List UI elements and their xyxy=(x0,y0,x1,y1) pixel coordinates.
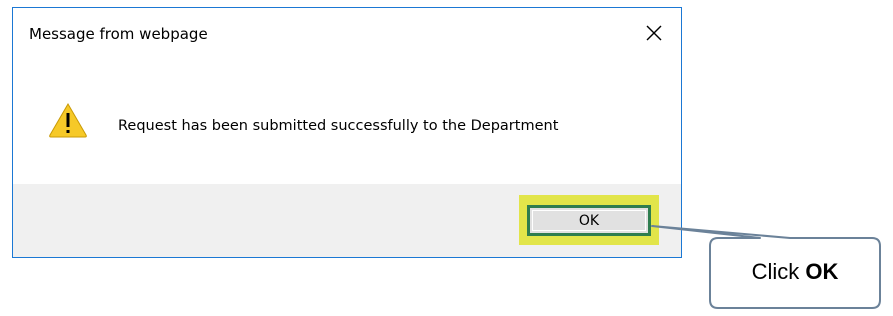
ok-button[interactable]: OK xyxy=(527,205,651,236)
stage: Message from webpage Request has been su… xyxy=(0,0,893,316)
ok-button-label: OK xyxy=(578,212,600,229)
callout-emphasis: OK xyxy=(805,259,839,284)
callout-prefix: Click xyxy=(751,259,806,284)
dialog-footer: OK xyxy=(13,184,681,257)
warning-icon xyxy=(49,103,87,138)
dialog-titlebar: Message from webpage xyxy=(13,8,681,58)
dialog-message: Request has been submitted successfully … xyxy=(118,118,559,134)
callout-text: Click OK xyxy=(710,248,880,296)
close-icon[interactable] xyxy=(643,22,665,44)
dialog-title: Message from webpage xyxy=(29,25,208,43)
dialog-body: Request has been submitted successfully … xyxy=(13,58,681,184)
message-dialog: Message from webpage Request has been su… xyxy=(12,7,682,258)
